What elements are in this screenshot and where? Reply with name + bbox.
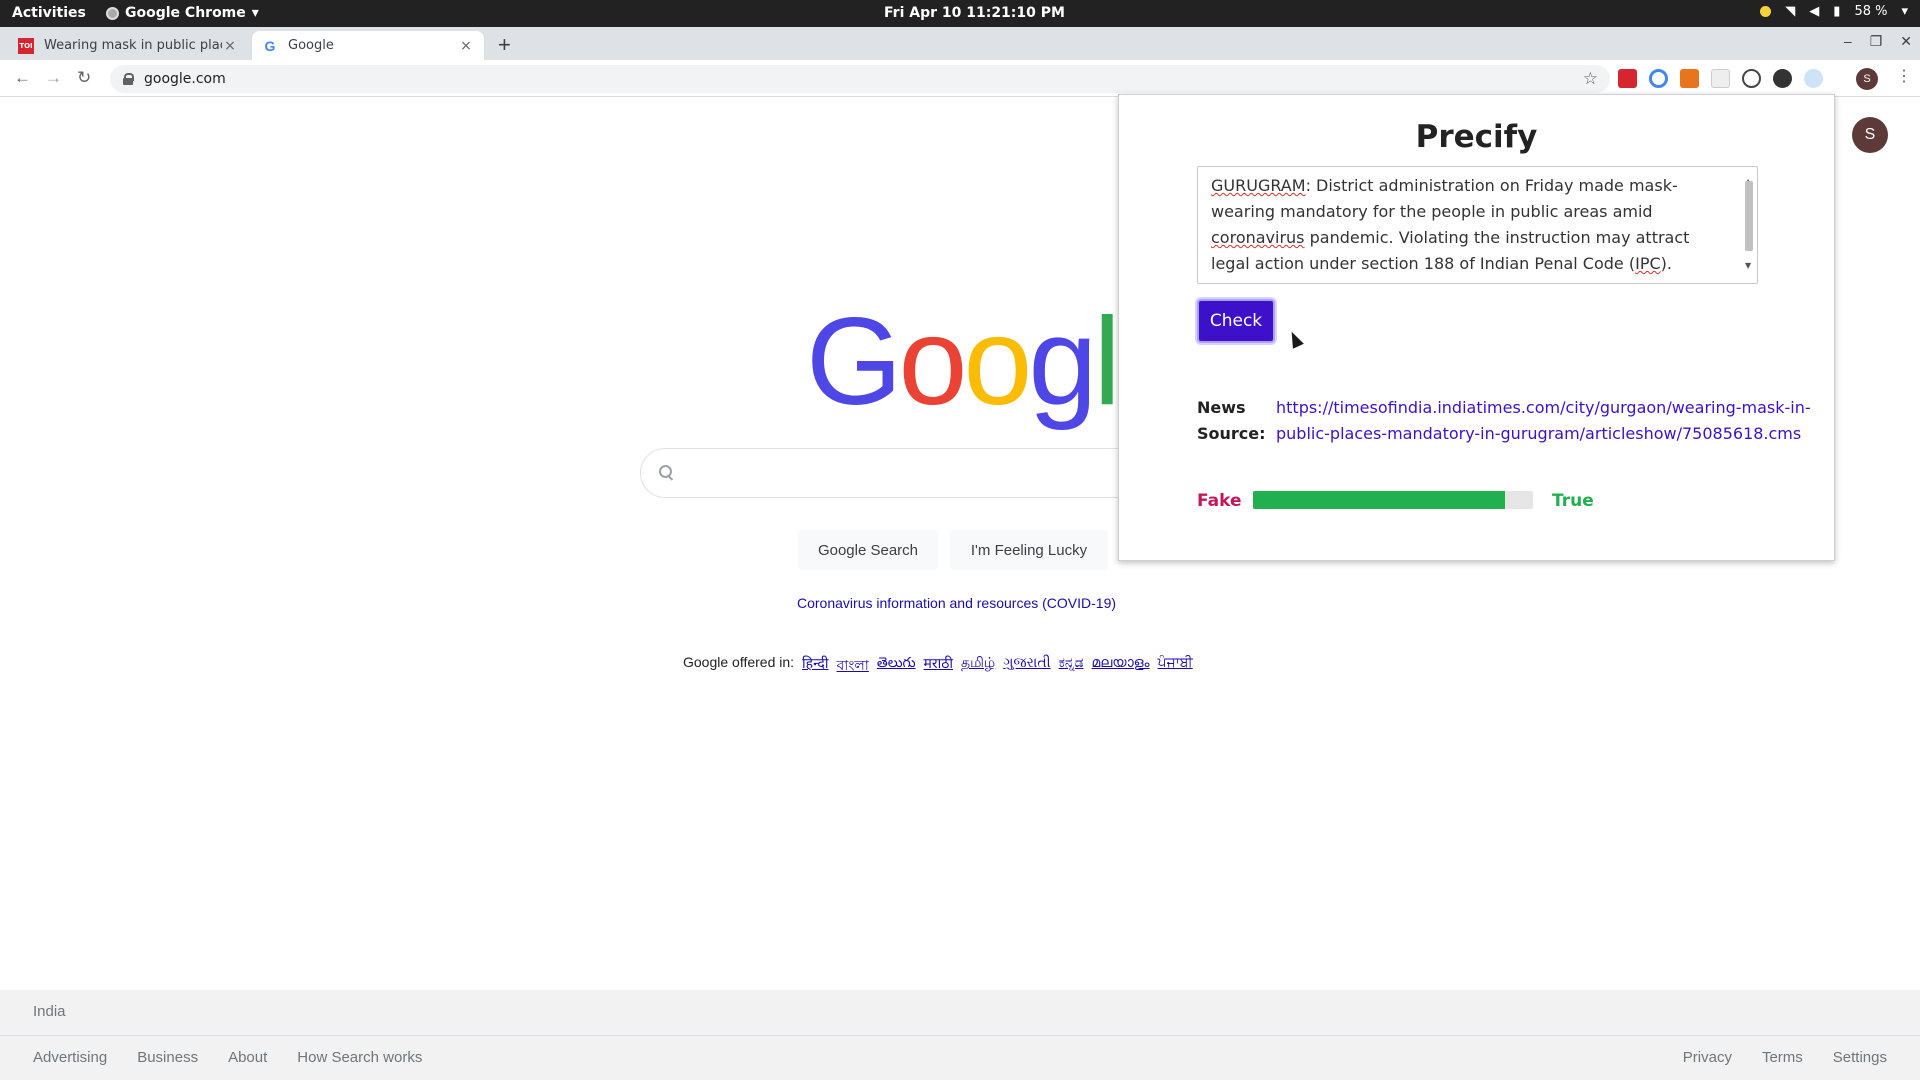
clock[interactable]: Fri Apr 10 11:21:10 PM bbox=[884, 5, 1065, 21]
extension-circle-icon[interactable] bbox=[1742, 69, 1761, 88]
battery-percent: 58 % bbox=[1854, 4, 1888, 19]
system-tray[interactable]: ◥ ◀ ▮ 58 % ▾ bbox=[1760, 4, 1908, 19]
language-link[interactable]: বাংলা bbox=[837, 654, 869, 678]
extension-google-icon[interactable] bbox=[1649, 69, 1668, 88]
footer-link-settings[interactable]: Settings bbox=[1833, 1049, 1887, 1066]
news-text-input[interactable]: GURUGRAM: District administration on Fri… bbox=[1197, 166, 1758, 284]
restore-icon[interactable]: ❐ bbox=[1870, 33, 1883, 50]
spellcheck-word: coronavirus bbox=[1211, 228, 1305, 247]
address-bar[interactable]: google.com ☆ bbox=[110, 65, 1610, 93]
logo-letter: l bbox=[1093, 293, 1120, 431]
logo-letter: G bbox=[806, 293, 902, 431]
precify-extension-icon[interactable] bbox=[1804, 69, 1823, 88]
toi-favicon-icon: TOI bbox=[18, 37, 34, 54]
scroll-down-icon[interactable]: ▼ bbox=[1745, 253, 1751, 279]
tab-google[interactable]: G Google × bbox=[252, 31, 484, 60]
caret-down-icon: ▾ bbox=[251, 5, 259, 21]
language-link[interactable]: తెలుగు bbox=[877, 654, 916, 678]
language-link[interactable]: മലയാളം bbox=[1092, 654, 1150, 678]
footer-right-links: Privacy Terms Settings bbox=[1683, 1049, 1887, 1066]
bookmark-star-icon[interactable]: ☆ bbox=[1583, 69, 1598, 89]
footer-left-links: Advertising Business About How Search wo… bbox=[33, 1049, 422, 1066]
news-text-fragment: ). bbox=[1660, 254, 1672, 273]
google-favicon-icon: G bbox=[264, 37, 276, 54]
footer-link-privacy[interactable]: Privacy bbox=[1683, 1049, 1732, 1066]
feeling-lucky-button[interactable]: I'm Feeling Lucky bbox=[950, 530, 1108, 570]
google-account-avatar[interactable]: S bbox=[1852, 117, 1888, 153]
wifi-icon: ◥ bbox=[1785, 4, 1796, 19]
tab-times-of-india[interactable]: TOI Wearing mask in public place × bbox=[8, 31, 248, 60]
back-icon[interactable]: ← bbox=[14, 68, 31, 88]
search-icon bbox=[659, 465, 675, 481]
news-source-label: News Source: bbox=[1197, 398, 1266, 443]
caret-down-icon: ▾ bbox=[1901, 4, 1908, 19]
offered-in-label: Google offered in: bbox=[683, 654, 795, 670]
tab-close-icon[interactable]: × bbox=[458, 38, 474, 54]
url-text[interactable]: google.com bbox=[144, 71, 226, 87]
extension-icons bbox=[1618, 69, 1823, 88]
volume-icon: ◀ bbox=[1809, 4, 1820, 19]
news-source-link[interactable]: https://timesofindia.indiatimes.com/city… bbox=[1276, 395, 1816, 447]
textarea-scrollbar[interactable]: ▲ ▼ bbox=[1744, 171, 1754, 279]
chrome-menu-icon[interactable]: ⋮ bbox=[1896, 66, 1912, 86]
language-link[interactable]: ಕನ್ನಡ bbox=[1059, 654, 1084, 678]
battery-icon: ▮ bbox=[1833, 4, 1841, 19]
minimize-icon[interactable]: – bbox=[1844, 33, 1852, 50]
credibility-meter bbox=[1253, 491, 1533, 509]
precify-popup: Precify GURUGRAM: District administratio… bbox=[1118, 94, 1835, 561]
logo-letter: o bbox=[898, 293, 967, 431]
extension-dark-icon[interactable] bbox=[1773, 69, 1792, 88]
mouse-cursor-icon bbox=[1286, 329, 1304, 349]
chrome-icon bbox=[106, 6, 119, 20]
browser-toolbar: ← → ↻ google.com ☆ bbox=[0, 60, 1920, 97]
app-menu-label: Google Chrome bbox=[125, 5, 246, 21]
language-link[interactable]: ਪੰਜਾਬੀ bbox=[1158, 654, 1193, 678]
window-controls: – ❐ ✕ bbox=[1844, 33, 1912, 50]
spellcheck-word: GURUGRAM bbox=[1211, 176, 1306, 195]
language-link[interactable]: தமிழ் bbox=[961, 654, 995, 678]
logo-letter: o bbox=[963, 293, 1032, 431]
true-label: True bbox=[1552, 491, 1594, 511]
extension-orange-icon[interactable] bbox=[1680, 69, 1699, 88]
logo-letter: g bbox=[1028, 293, 1097, 431]
activities-button[interactable]: Activities bbox=[12, 5, 86, 21]
footer-country: India bbox=[33, 1003, 66, 1020]
footer-link-advertising[interactable]: Advertising bbox=[33, 1049, 107, 1066]
extension-grey-icon[interactable] bbox=[1711, 69, 1730, 88]
footer-divider bbox=[0, 1035, 1920, 1036]
tab-close-icon[interactable]: × bbox=[222, 38, 238, 54]
forward-icon[interactable]: → bbox=[45, 68, 62, 88]
tab-strip: TOI Wearing mask in public place × G Goo… bbox=[0, 27, 1920, 60]
language-link[interactable]: मराठी bbox=[924, 654, 953, 678]
offered-in-languages: Google offered in: हिन्दी বাংলা తెలుగు म… bbox=[683, 654, 1193, 678]
check-button[interactable]: Check bbox=[1197, 299, 1275, 343]
profile-avatar-icon[interactable]: S bbox=[1856, 68, 1878, 90]
notification-dot-icon bbox=[1760, 6, 1772, 17]
extension-red-icon[interactable] bbox=[1618, 69, 1637, 88]
footer-link-terms[interactable]: Terms bbox=[1762, 1049, 1803, 1066]
popup-title: Precify bbox=[1415, 119, 1538, 155]
covid-info-link[interactable]: Coronavirus information and resources (C… bbox=[797, 595, 1116, 611]
reload-icon[interactable]: ↻ bbox=[77, 68, 91, 88]
tab-title: Wearing mask in public place bbox=[44, 38, 222, 53]
language-link[interactable]: हिन्दी bbox=[802, 654, 828, 678]
system-top-bar: Activities Google Chrome ▾ Fri Apr 10 11… bbox=[0, 0, 1920, 27]
footer-link-about[interactable]: About bbox=[228, 1049, 267, 1066]
lock-icon[interactable] bbox=[122, 73, 134, 85]
new-tab-button[interactable]: + bbox=[498, 32, 511, 58]
scroll-thumb[interactable] bbox=[1745, 181, 1753, 251]
footer-link-how-search-works[interactable]: How Search works bbox=[297, 1049, 422, 1066]
footer-link-business[interactable]: Business bbox=[137, 1049, 198, 1066]
google-search-button[interactable]: Google Search bbox=[798, 530, 938, 570]
tab-title: Google bbox=[288, 38, 334, 53]
spellcheck-word: IPC bbox=[1635, 254, 1661, 273]
close-window-icon[interactable]: ✕ bbox=[1900, 33, 1912, 50]
credibility-meter-fill bbox=[1253, 491, 1505, 509]
fake-label: Fake bbox=[1197, 491, 1242, 511]
language-link[interactable]: ગુજરાતી bbox=[1003, 654, 1050, 678]
page-footer: India Advertising Business About How Sea… bbox=[0, 990, 1920, 1080]
app-menu[interactable]: Google Chrome ▾ bbox=[106, 5, 259, 21]
news-text-content: GURUGRAM: District administration on Fri… bbox=[1211, 176, 1689, 273]
